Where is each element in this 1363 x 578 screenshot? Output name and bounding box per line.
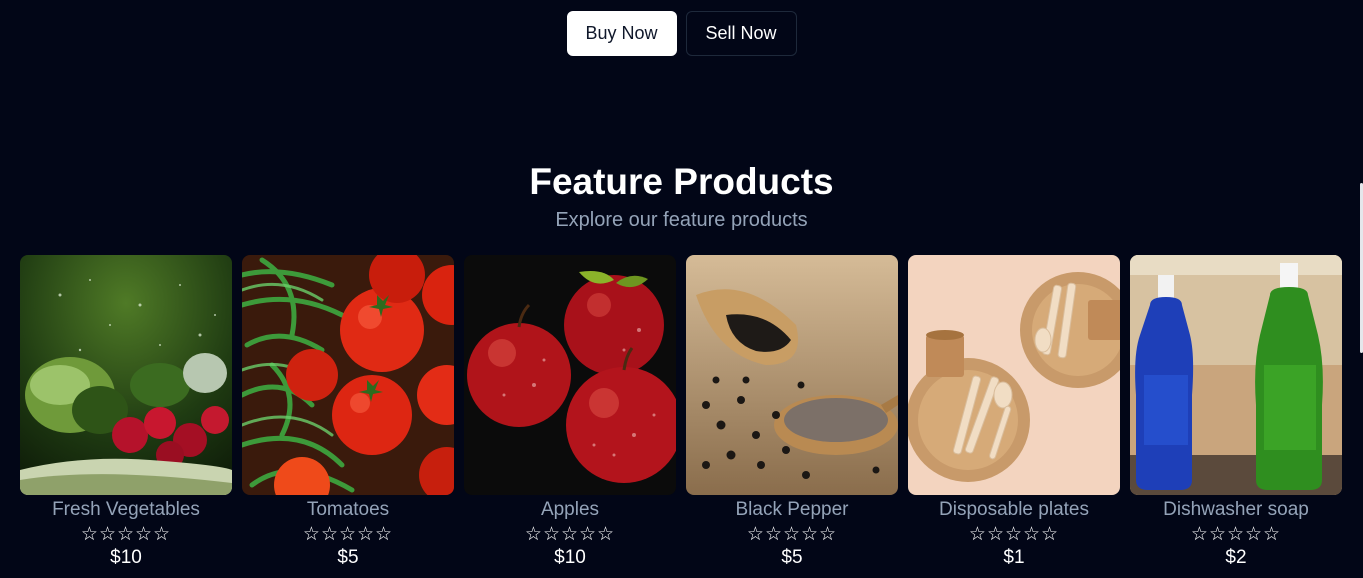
product-name[interactable]: Dishwasher soap [1163, 499, 1309, 521]
product-name[interactable]: Disposable plates [939, 499, 1089, 521]
product-price: $5 [337, 547, 359, 568]
sell-now-button[interactable]: Sell Now [685, 11, 797, 56]
product-grid: Fresh Vegetables ☆☆☆☆☆ $10 Tomatoes ☆☆☆☆… [20, 255, 1342, 569]
rating-stars: ☆☆☆☆☆ [80, 523, 172, 545]
product-card[interactable]: Fresh Vegetables ☆☆☆☆☆ $10 [20, 255, 232, 569]
black-pepper-image[interactable] [686, 255, 898, 495]
section-subtitle: Explore our feature products [555, 209, 808, 231]
action-buttons: Buy Now Sell Now [0, 11, 1363, 56]
product-card[interactable]: Dishwasher soap ☆☆☆☆☆ $2 [1130, 255, 1342, 569]
product-card[interactable]: Apples ☆☆☆☆☆ $10 [464, 255, 676, 569]
product-name[interactable]: Black Pepper [735, 499, 848, 521]
product-card[interactable]: Disposable plates ☆☆☆☆☆ $1 [908, 255, 1120, 569]
product-card[interactable]: Black Pepper ☆☆☆☆☆ $5 [686, 255, 898, 569]
fresh-vegetables-image[interactable] [20, 255, 232, 495]
product-card[interactable]: Tomatoes ☆☆☆☆☆ $5 [242, 255, 454, 569]
product-price: $10 [110, 547, 142, 568]
apples-image[interactable] [464, 255, 676, 495]
product-price: $5 [781, 547, 803, 568]
rating-stars: ☆☆☆☆☆ [968, 523, 1060, 545]
product-name[interactable]: Apples [541, 499, 599, 521]
dishwasher-soap-image[interactable] [1130, 255, 1342, 495]
buy-now-button[interactable]: Buy Now [566, 11, 677, 56]
product-price: $10 [554, 547, 586, 568]
rating-stars: ☆☆☆☆☆ [524, 523, 616, 545]
product-name[interactable]: Tomatoes [307, 499, 389, 521]
disposable-plates-image[interactable] [908, 255, 1120, 495]
section-title: Feature Products [529, 161, 834, 202]
product-name[interactable]: Fresh Vegetables [52, 499, 200, 521]
rating-stars: ☆☆☆☆☆ [1190, 523, 1282, 545]
rating-stars: ☆☆☆☆☆ [746, 523, 838, 545]
tomatoes-image[interactable] [242, 255, 454, 495]
rating-stars: ☆☆☆☆☆ [302, 523, 394, 545]
product-price: $1 [1003, 547, 1025, 568]
product-price: $2 [1225, 547, 1247, 568]
